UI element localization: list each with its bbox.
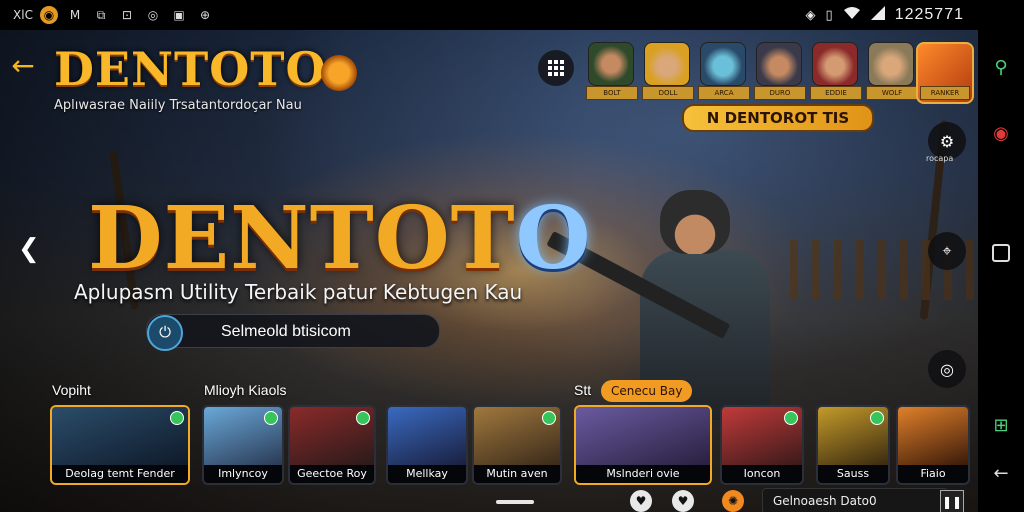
- avatar[interactable]: EDDIE: [810, 42, 862, 100]
- fire-icon[interactable]: ✺: [722, 490, 744, 512]
- grid-icon: [548, 60, 564, 76]
- section-label-mid: Mlioyh Kiaols: [204, 382, 287, 398]
- globe-icon: ⊕: [199, 8, 211, 22]
- header-tagline: Aplıwasrae Naiily Trsatantordoçar Nau: [54, 98, 302, 113]
- menu-grid-button[interactable]: [538, 50, 574, 86]
- previous-chevron-icon[interactable]: ❮: [18, 234, 40, 264]
- mail-icon: M: [69, 8, 81, 22]
- location-icon: ◈: [805, 7, 816, 23]
- category-pill[interactable]: Cenecu Bay: [601, 380, 693, 402]
- circle-icon: ◎: [147, 8, 159, 22]
- crosshair-button[interactable]: ⌖: [928, 232, 966, 270]
- section-label-left: Vopiht: [52, 382, 91, 398]
- badge-icon: [170, 411, 184, 425]
- pause-icon[interactable]: ❚❚: [940, 490, 964, 512]
- search-input[interactable]: [219, 315, 433, 349]
- promo-banner[interactable]: N DENTOROT TIS: [682, 104, 874, 132]
- back-icon[interactable]: ←: [986, 458, 1016, 488]
- photo-icon: ▣: [173, 8, 185, 22]
- target-icon: ◎: [940, 359, 954, 379]
- header-logo-text: DENTOTO: [54, 42, 327, 96]
- settings-label: rocapa: [926, 154, 954, 163]
- avatar-featured[interactable]: RANKER: [916, 42, 974, 104]
- avatar[interactable]: WOLF: [866, 42, 918, 100]
- signal-icon: [870, 6, 885, 24]
- avatar[interactable]: DOLL: [642, 42, 694, 100]
- avatar-row: BOLT DOLL ARCA DURO EDDIE WOLF: [586, 42, 918, 100]
- gamepad-icon[interactable]: ⊞: [986, 410, 1016, 440]
- card-art: [388, 407, 466, 465]
- bottom-bar: ♥ ♥ ✺ Gelnoaesh Dato0 ❚❚: [0, 482, 978, 512]
- image-icon: ⊡: [121, 8, 133, 22]
- hero-logo: DENTOTO: [88, 188, 592, 289]
- recents-icon[interactable]: [986, 238, 1016, 268]
- game-card[interactable]: Mutin aven: [472, 405, 562, 485]
- xlc-icon: XlC: [13, 8, 33, 22]
- hero-logo-blue: O: [515, 188, 592, 289]
- avatar[interactable]: DURO: [754, 42, 806, 100]
- game-card[interactable]: Mslnderi ovie: [574, 405, 712, 485]
- coin-icon: ◉: [40, 6, 58, 24]
- app-screen: XlC ◉ M ⧉ ⊡ ◎ ▣ ⊕ ◈ ▯ 1225771 ← DENTOTO …: [0, 0, 1024, 512]
- hero-logo-gold: DENTOT: [88, 188, 516, 289]
- card-art: [576, 407, 710, 465]
- vibrate-icon: ▯: [825, 7, 833, 23]
- record-icon[interactable]: ◉: [986, 118, 1016, 148]
- hero-subtitle: Aplupasm Utility Terbaik patur Kebtugen …: [74, 280, 523, 304]
- avatar[interactable]: BOLT: [586, 42, 638, 100]
- power-icon[interactable]: ⏻: [147, 315, 183, 351]
- status-bar: XlC ◉ M ⧉ ⊡ ◎ ▣ ⊕ ◈ ▯ 1225771: [0, 0, 1024, 30]
- gear-icon: ⚙: [939, 131, 955, 151]
- badge-icon: [356, 411, 370, 425]
- search-bar[interactable]: ⏻: [146, 314, 440, 351]
- coin-icon: [320, 55, 357, 91]
- action-button[interactable]: ◎: [928, 350, 966, 388]
- key-icon[interactable]: ⚲: [986, 52, 1016, 82]
- avatar[interactable]: ARCA: [698, 42, 750, 100]
- clock: 1225771: [894, 6, 964, 23]
- game-card[interactable]: Geectoe Roy: [288, 405, 376, 485]
- header-logo: DENTOTO: [54, 42, 357, 96]
- heart-icon[interactable]: ♥: [630, 490, 652, 512]
- system-nav-bar: ⚲ ◉ ⊞ ←: [978, 30, 1024, 512]
- back-arrow-icon[interactable]: ←: [8, 52, 38, 82]
- game-card[interactable]: Fiaio: [896, 405, 970, 485]
- badge-icon: [542, 411, 556, 425]
- game-card[interactable]: Deolag temt Fender: [50, 405, 190, 485]
- home-indicator[interactable]: [496, 500, 534, 504]
- badge-icon: [870, 411, 884, 425]
- game-card[interactable]: Imlyncoy: [202, 405, 284, 485]
- shield-icon: ⧉: [96, 7, 106, 22]
- wifi-icon: [843, 6, 861, 24]
- bottom-info-field[interactable]: Gelnoaesh Dato0: [762, 488, 948, 512]
- game-card[interactable]: Sauss: [816, 405, 890, 485]
- card-art: [52, 407, 188, 465]
- badge-icon: [264, 411, 278, 425]
- game-card[interactable]: Ioncon: [720, 405, 804, 485]
- section-label-right: Stt: [574, 382, 592, 398]
- game-card[interactable]: Mellkay: [386, 405, 468, 485]
- game-cards-row: Deolag temt Fender Imlyncoy Geectoe Roy …: [0, 405, 978, 485]
- heart-icon[interactable]: ♥: [672, 490, 694, 512]
- card-art: [898, 407, 968, 465]
- badge-icon: [784, 411, 798, 425]
- crosshair-icon: ⌖: [942, 241, 952, 260]
